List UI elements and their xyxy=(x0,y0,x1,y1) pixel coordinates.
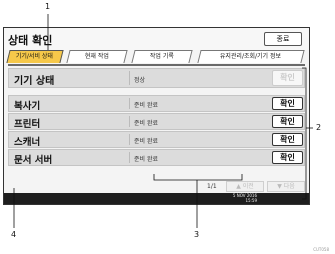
callout-number-2: 2 xyxy=(316,123,322,132)
previous-page-button[interactable]: ▲ 이전 xyxy=(226,181,264,192)
next-page-button[interactable]: ▼ 다음 xyxy=(267,181,305,192)
tab-label: 작업 기록 xyxy=(149,53,174,60)
tab-job-history[interactable]: 작업 기록 xyxy=(131,50,193,63)
status-bar: 5 NOV 2016 15:59 xyxy=(4,193,309,204)
tab-machine-status[interactable]: 기기/서비 상태 xyxy=(6,50,64,63)
row-divider xyxy=(129,98,130,109)
check-button-document-server[interactable]: 확인 xyxy=(272,151,303,164)
row-label: 기기 상태 xyxy=(14,76,55,87)
status-row-machine: 기기 상태 정상 확인 xyxy=(8,68,305,88)
row-status: 준비 완료 xyxy=(134,102,158,109)
check-button-scanner[interactable]: 확인 xyxy=(272,133,303,146)
status-row-printer: 프린터 준비 완료 확인 xyxy=(8,113,305,130)
exit-button[interactable]: 종료 xyxy=(264,32,302,46)
title-bar: 상태 확인 종료 xyxy=(4,28,309,50)
status-row-copier: 복사기 준비 완료 확인 xyxy=(8,95,305,112)
figure-code: CUT058 xyxy=(313,247,329,252)
row-status: 준비 완료 xyxy=(134,120,158,127)
row-divider xyxy=(129,116,130,127)
tab-label: 유지관리/조회/기기 정보 xyxy=(220,53,282,60)
tab-underline xyxy=(8,64,305,66)
status-row-document-server: 문서 서버 준비 완료 확인 xyxy=(8,149,305,166)
row-status: 정상 xyxy=(134,77,146,84)
callout-number-1: 1 xyxy=(45,2,51,11)
check-button-machine: 확인 xyxy=(272,70,303,86)
time-label: 15:59 xyxy=(245,198,257,203)
row-label: 프린터 xyxy=(14,119,41,130)
tab-bar: 기기/서비 상태 현재 작업 작업 기록 유지관리/조회/기기 정보 xyxy=(6,50,305,65)
status-screen: 상태 확인 종료 기기/서비 상태 현재 작업 작업 기록 유지관리/조회/기기… xyxy=(3,27,310,205)
callout-number-3: 3 xyxy=(194,230,200,239)
tab-label: 현재 작업 xyxy=(84,53,109,60)
row-divider xyxy=(129,152,130,163)
callout-number-4: 4 xyxy=(11,230,17,239)
tab-label: 기기/서비 상태 xyxy=(16,53,54,60)
status-row-scanner: 스캐너 준비 완료 확인 xyxy=(8,131,305,148)
tab-current-job[interactable]: 현재 작업 xyxy=(66,50,128,63)
check-button-printer[interactable]: 확인 xyxy=(272,115,303,128)
check-button-copier[interactable]: 확인 xyxy=(272,97,303,110)
row-label: 복사기 xyxy=(14,101,41,112)
date-time: 5 NOV 2016 15:59 xyxy=(233,193,257,203)
row-divider xyxy=(129,134,130,145)
row-label: 문서 서버 xyxy=(14,155,53,166)
row-divider xyxy=(129,71,130,85)
page-indicator: 1/1 xyxy=(207,183,217,190)
tab-maintenance-info[interactable]: 유지관리/조회/기기 정보 xyxy=(197,50,305,63)
row-status: 준비 완료 xyxy=(134,156,158,163)
screen-title: 상태 확인 xyxy=(8,34,53,47)
row-status: 준비 완료 xyxy=(134,138,158,145)
row-label: 스캐너 xyxy=(14,137,41,148)
